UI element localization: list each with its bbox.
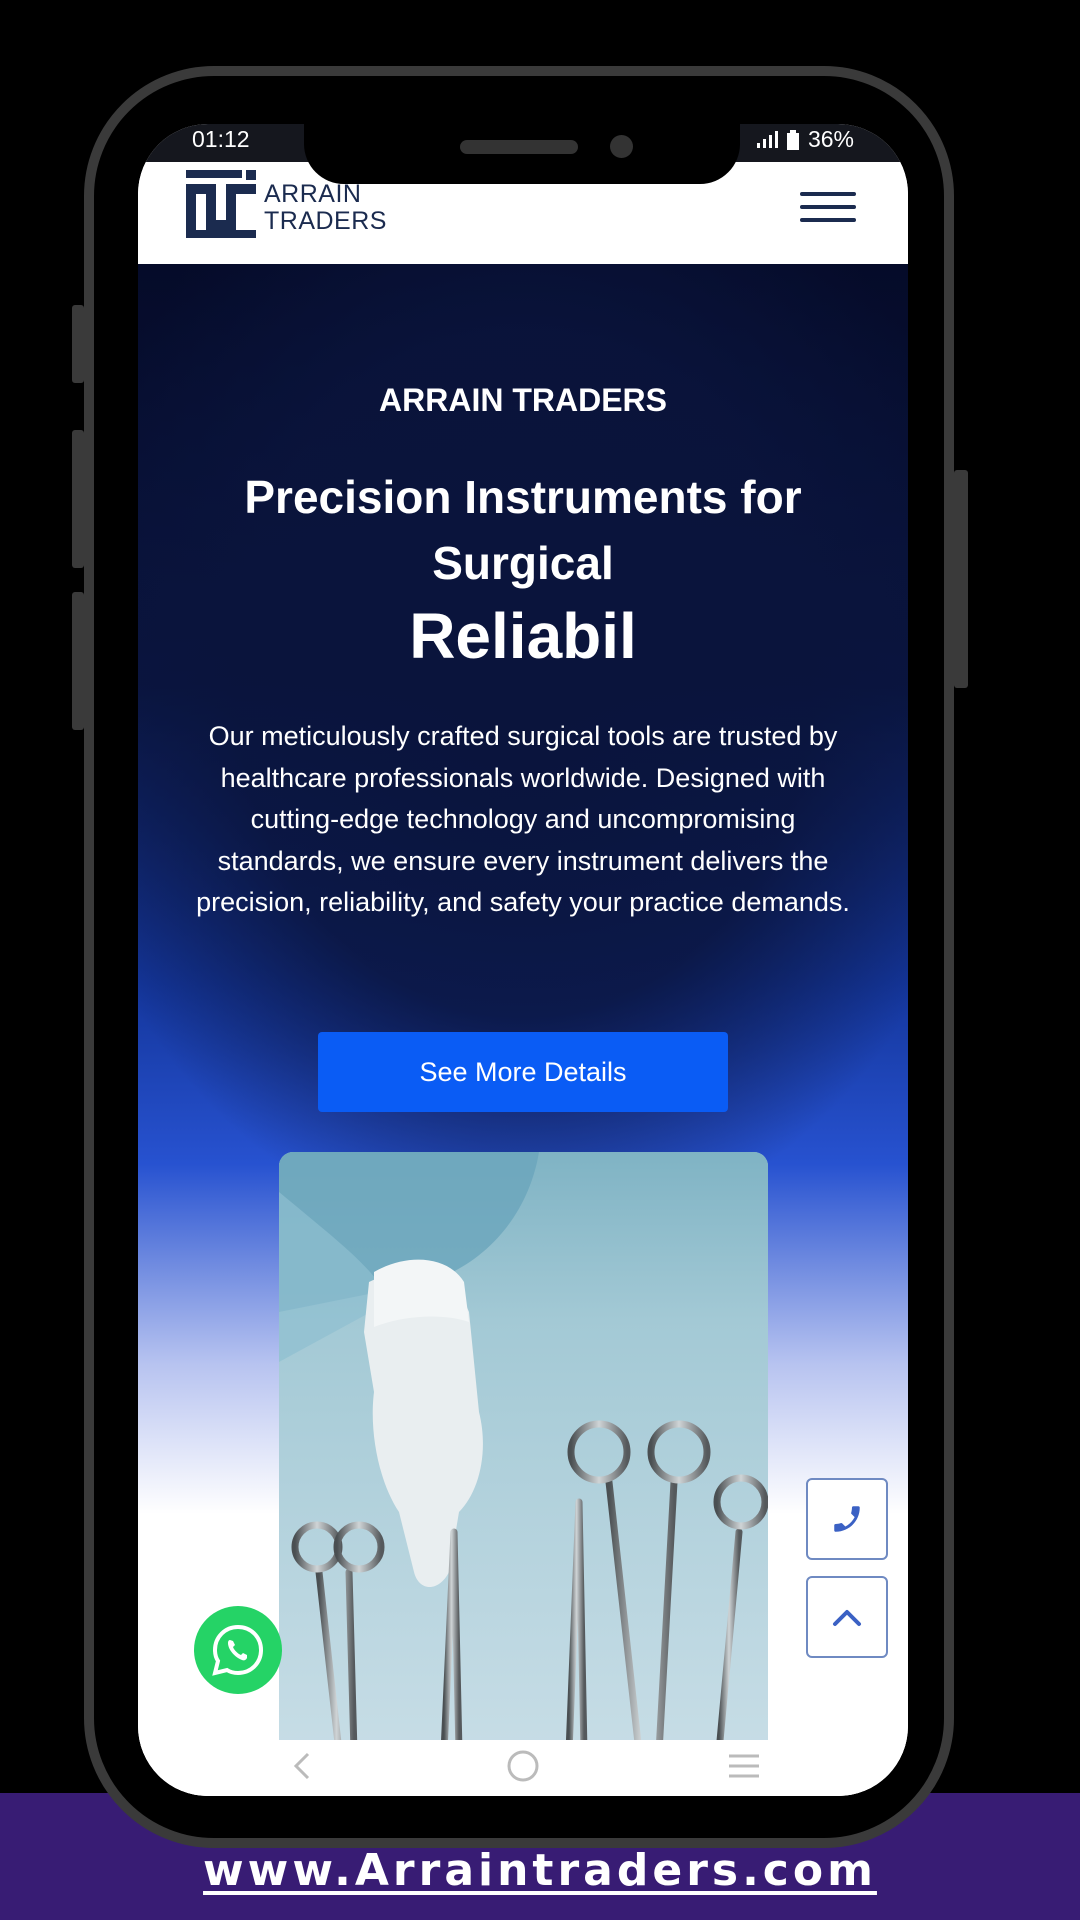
whatsapp-icon [212,1624,264,1676]
camera-notch [304,124,740,184]
hero-headline-rotating: Reliabil [409,600,637,672]
android-nav-bar [138,1740,908,1796]
whatsapp-button[interactable] [194,1606,282,1694]
phone-power-button [954,470,968,688]
status-indicators: 36% [756,126,854,153]
call-button[interactable] [806,1478,888,1560]
back-icon[interactable] [288,1746,316,1786]
hero-section: ARRAIN TRADERS Precision Instruments for… [138,264,908,1796]
scroll-to-top-button[interactable] [806,1576,888,1658]
phone-volume-down [72,592,84,730]
hero-brand: ARRAIN TRADERS [379,382,667,418]
see-more-details-button[interactable]: See More Details [318,1032,728,1112]
front-camera [610,135,633,158]
battery-level: 36% [807,126,854,152]
home-icon[interactable] [505,1746,541,1786]
logo-mark-icon[interactable] [186,170,256,238]
signal-icon [756,130,778,148]
phone-side-button [72,305,84,383]
logo-line-1: ARRAIN [264,180,362,208]
speaker-grille [460,140,578,154]
site-url[interactable]: www.Arraintraders.com [0,1845,1080,1896]
hero-headline: Precision Instruments for Surgical [244,471,802,589]
phone-screen: 01:12 36% ARRAIN TRADERS ARRAIN TRADERS … [138,124,908,1796]
hero-description: Our meticulously crafted surgical tools … [196,721,850,917]
logo-text[interactable]: ARRAIN TRADERS [264,181,387,235]
logo-line-2: TRADERS [264,207,387,235]
surgical-instruments-photo [279,1152,768,1752]
hamburger-menu-icon[interactable] [800,192,856,224]
phone-icon [834,1506,860,1532]
surgical-photo-illustration [279,1152,768,1752]
battery-icon [786,129,799,150]
phone-volume-up [72,430,84,568]
chevron-up-icon [833,1610,861,1626]
recent-apps-icon[interactable] [726,1746,762,1786]
status-time: 01:12 [192,126,250,152]
